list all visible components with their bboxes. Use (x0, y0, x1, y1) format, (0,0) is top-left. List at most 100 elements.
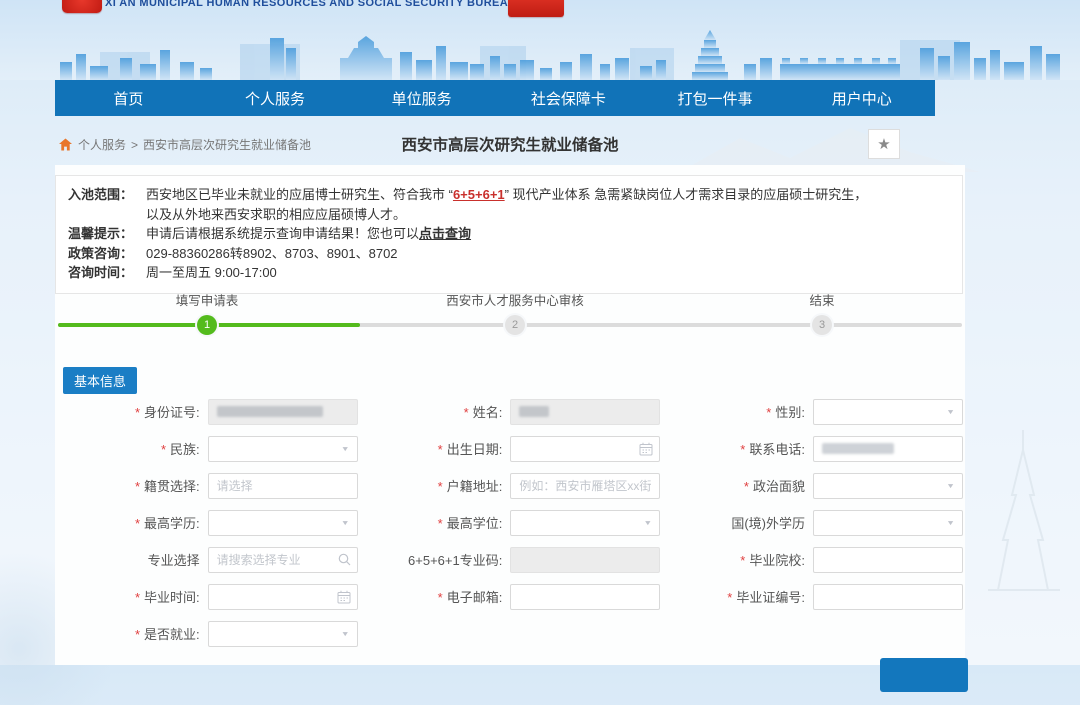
redacted-value (216, 406, 323, 417)
required-mark: * (463, 405, 469, 420)
background-watermark-pagoda (988, 430, 1060, 591)
redacted-value (519, 406, 550, 417)
field-birth-date: * 出生日期: (358, 430, 661, 467)
required-mark: * (727, 590, 733, 605)
submit-button[interactable] (880, 658, 968, 692)
tip-query-link[interactable]: 点击查询 (419, 226, 471, 241)
phone-input[interactable] (812, 435, 963, 462)
home-icon[interactable] (58, 138, 73, 151)
required-mark: * (437, 442, 443, 457)
required-mark: * (740, 553, 746, 568)
field-highest-education: * 最高学历: ▼ (55, 504, 358, 541)
scope-text-before: 西安地区已毕业未就业的应届博士研究生、符合我市 “ (146, 187, 453, 202)
required-mark: * (134, 516, 141, 531)
breadcrumb-link-personal-services[interactable]: 个人服务 (78, 136, 126, 153)
diploma-number-label: 毕业证编号: (736, 590, 805, 605)
major-select-label: 专业选择 (147, 553, 200, 568)
breadcrumb-current: 西安市高层次研究生就业储备池 (143, 138, 312, 152)
email-input[interactable] (510, 583, 661, 610)
field-ethnicity: * 民族: ▼ (55, 430, 358, 467)
household-address-input[interactable] (510, 472, 661, 499)
native-place-input[interactable] (207, 472, 358, 499)
city-skyline-graphic (60, 30, 1060, 80)
field-diploma-number: * 毕业证编号: (660, 578, 963, 615)
nav-item-social-security-card[interactable]: 社会保障卡 (495, 80, 642, 116)
political-status-select[interactable]: ▼ (812, 472, 963, 499)
highest-education-select[interactable]: ▼ (207, 509, 358, 536)
diploma-number-input[interactable] (812, 583, 963, 610)
page: XI AN MUNICIPAL HUMAN RESOURCES AND SOCI… (0, 0, 1080, 705)
employed-label: 是否就业: (144, 627, 200, 642)
hours-label: 咨询时间： (68, 265, 134, 280)
header-banner: XI AN MUNICIPAL HUMAN RESOURCES AND SOCI… (0, 0, 1080, 80)
chevron-down-icon: ▼ (946, 518, 955, 526)
foreign-education-label: 国(境)外学历 (731, 516, 805, 531)
nav-item-home[interactable]: 首页 (55, 80, 202, 116)
empty-cell (660, 615, 963, 652)
email-label: 电子邮箱: (446, 590, 503, 605)
graduate-school-input[interactable] (812, 546, 963, 573)
nav-item-user-center[interactable]: 用户中心 (788, 80, 935, 116)
nav-item-package-services[interactable]: 打包一件事 (642, 80, 789, 116)
birth-date-label: 出生日期: (446, 442, 503, 457)
required-mark: * (437, 516, 443, 531)
notice-tip-row: 温馨提示： 申请后请根据系统提示查询申请结果！您也可以点击查询 (68, 224, 950, 244)
graduate-school-label: 毕业院校: (749, 553, 805, 568)
step-1-circle: 1 (197, 315, 217, 335)
field-major-code: 6+5+6+1专业码: (358, 541, 661, 578)
main-nav: 首页 个人服务 单位服务 社会保障卡 打包一件事 用户中心 (55, 80, 935, 116)
notice-hours-row: 咨询时间： 周一至周五 9:00-17:00 (68, 263, 950, 283)
major-code-label: 6+5+6+1专业码: (408, 553, 503, 568)
field-native-place: * 籍贯选择: (55, 467, 358, 504)
field-email: * 电子邮箱: (358, 578, 661, 615)
policy-label: 政策咨询： (68, 245, 134, 261)
foreign-education-select[interactable]: ▼ (812, 509, 963, 536)
breadcrumb-separator: > (131, 137, 139, 152)
gender-select[interactable]: ▼ (812, 398, 963, 425)
nav-item-personal-services[interactable]: 个人服务 (202, 80, 349, 116)
nav-item-employer-services[interactable]: 单位服务 (348, 80, 495, 116)
scope-highlight-link[interactable]: 6+5+6+1 (453, 187, 505, 202)
hours-value: 周一至周五 9:00-17:00 (146, 265, 277, 280)
field-graduate-school: * 毕业院校: (660, 541, 963, 578)
highest-degree-select[interactable]: ▼ (510, 509, 661, 536)
step-3-label: 结束 (809, 294, 835, 308)
policy-value: 029-88360286转8902、8703、8901、8702 (146, 245, 398, 261)
step-2-circle: 2 (505, 315, 525, 335)
birth-date-input[interactable] (510, 435, 661, 462)
notice-box: 入池范围： 西安地区已毕业未就业的应届博士研究生、符合我市 “6+5+6+1” … (55, 175, 963, 294)
name-label: 姓名: (472, 405, 503, 420)
political-status-label: 政治面貌 (752, 479, 805, 494)
content-panel: 入池范围： 西安地区已毕业未就业的应届博士研究生、符合我市 “6+5+6+1” … (55, 165, 968, 692)
phone-label: 联系电话: (749, 442, 805, 457)
required-mark: * (134, 590, 141, 605)
field-household-address: * 户籍地址: (358, 467, 661, 504)
graduation-date-label: 毕业时间: (144, 590, 200, 605)
field-employed: * 是否就业: ▼ (55, 615, 358, 652)
ethnicity-select[interactable]: ▼ (207, 435, 358, 462)
major-search-input[interactable] (207, 546, 358, 573)
step-3-circle: 3 (812, 315, 832, 335)
field-graduation-date: * 毕业时间: (55, 578, 358, 615)
graduation-date-text[interactable] (216, 589, 337, 604)
birth-date-text[interactable] (519, 441, 640, 456)
graduation-date-input[interactable] (207, 583, 358, 610)
id-number-input[interactable] (207, 398, 358, 425)
employment-status-select[interactable]: ▼ (207, 620, 358, 647)
field-phone: * 联系电话: (660, 430, 963, 467)
section-tag-basic-info: 基本信息 (63, 367, 138, 394)
chevron-down-icon: ▼ (643, 518, 653, 526)
step-1-label: 填写申请表 (175, 294, 239, 308)
notice-policy-row: 政策咨询： 029-88360286转8902、8703、8901、8702 (68, 244, 950, 264)
major-search-text[interactable] (216, 552, 338, 567)
gender-label: 性别: (775, 405, 805, 420)
name-input[interactable] (510, 398, 661, 425)
major-code-input[interactable] (510, 546, 661, 573)
field-political-status: * 政治面貌 ▼ (660, 467, 963, 504)
required-mark: * (766, 405, 772, 420)
field-gender: * 性别: ▼ (660, 393, 963, 430)
scope-text-after: ” 现代产业体系 急需紧缺岗位人才需求目录的应届硕士研究生， (504, 187, 868, 202)
favorite-button[interactable]: ★ (868, 129, 900, 159)
tip-label: 温馨提示： (68, 226, 134, 241)
header-red-seal (508, 0, 564, 17)
